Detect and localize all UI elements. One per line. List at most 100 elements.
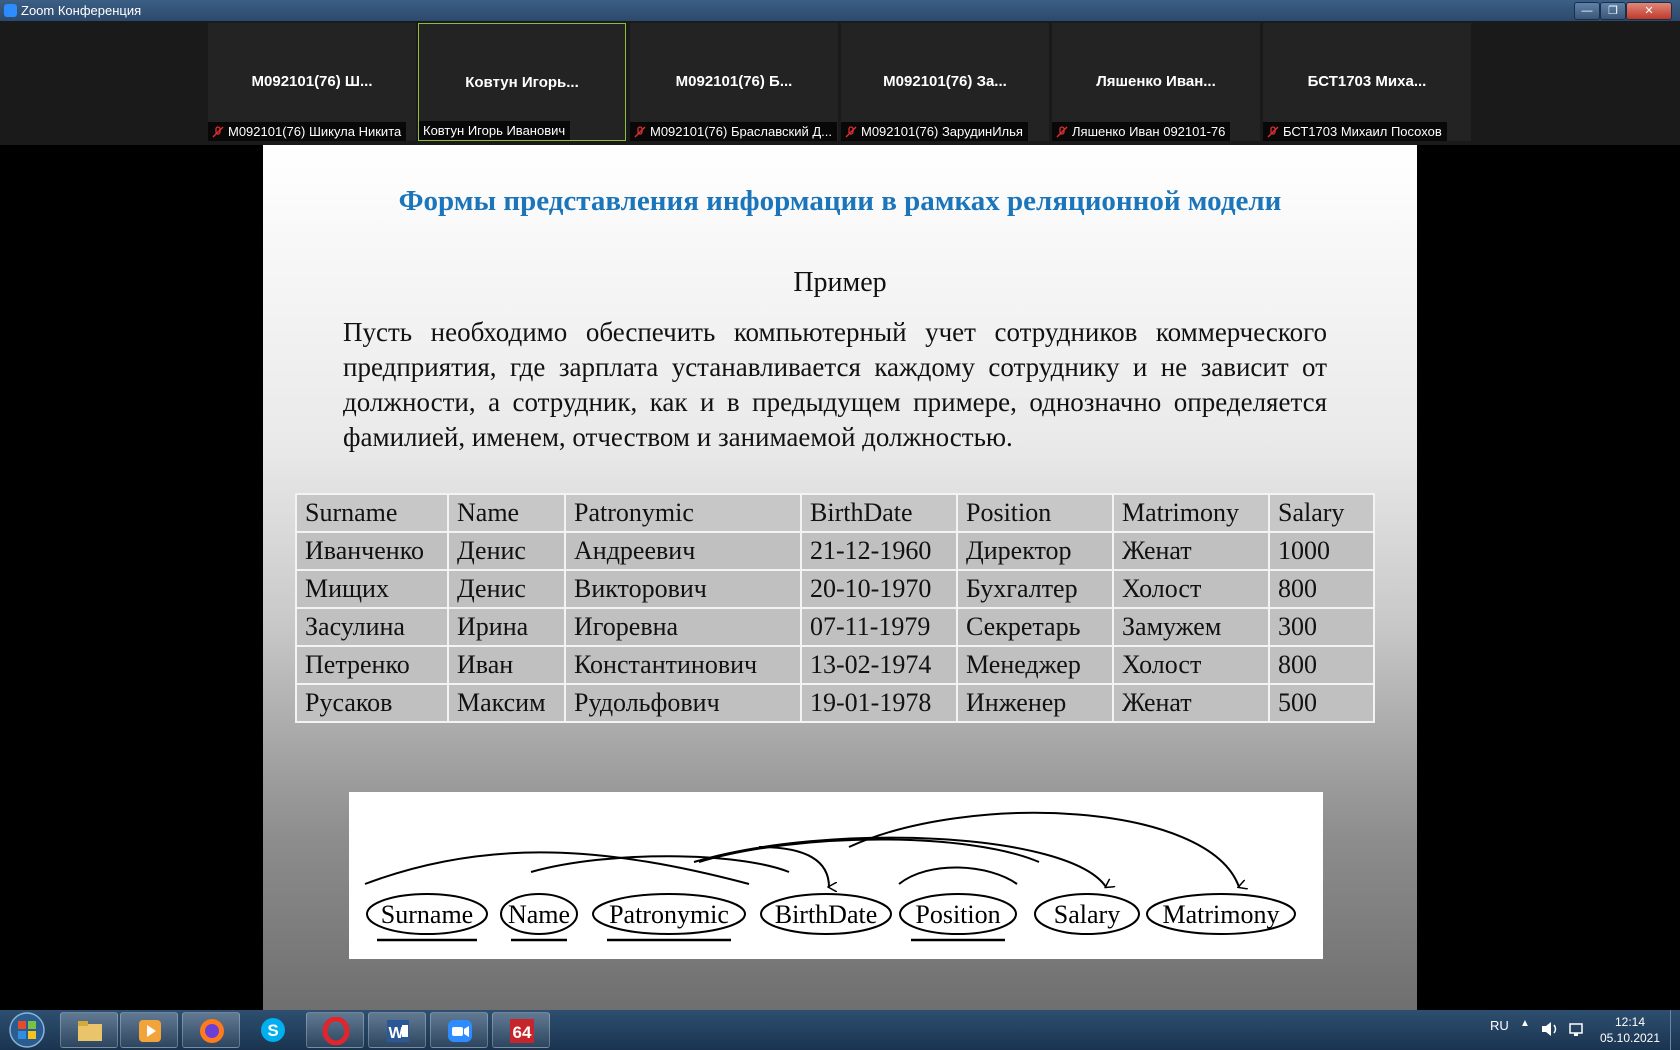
table-cell: Константинович bbox=[564, 645, 802, 685]
table-cell: 300 bbox=[1268, 607, 1375, 647]
table-cell: Иванченко bbox=[295, 531, 449, 571]
aida64-icon: 64 bbox=[510, 1019, 534, 1043]
slide-paragraph: Пусть необходимо обеспечить компьютерный… bbox=[343, 317, 1327, 452]
taskbar-word[interactable]: W bbox=[368, 1012, 426, 1048]
participant-tile[interactable]: М092101(76) За... М092101(76) ЗарудинИль… bbox=[841, 23, 1049, 141]
taskbar-clock[interactable]: 12:14 05.10.2021 bbox=[1590, 1014, 1670, 1046]
volume-icon[interactable] bbox=[1540, 1020, 1560, 1038]
dependency-diagram-svg: Surname Name Patronymic BirthDate Positi… bbox=[364, 811, 1296, 942]
tray-expand-icon[interactable]: ▲ bbox=[1520, 1018, 1530, 1029]
table-cell: Замужем bbox=[1112, 607, 1270, 647]
employee-table: Surname Name Patronymic BirthDate Positi… bbox=[295, 493, 1375, 723]
presentation-slide: Формы представления информации в рамках … bbox=[263, 145, 1417, 1010]
table-row: Засулина Ирина Игоревна 07-11-1979 Секре… bbox=[295, 607, 1375, 647]
participant-name: М092101(76) Б... bbox=[675, 73, 793, 90]
table-cell: 800 bbox=[1268, 645, 1375, 685]
table-cell: Денис bbox=[447, 531, 566, 571]
table-row: Иванченко Денис Андреевич 21-12-1960 Дир… bbox=[295, 531, 1375, 571]
clock-date: 05.10.2021 bbox=[1599, 1031, 1661, 1045]
participant-label: БСТ1703 Михаил Посохов bbox=[1263, 122, 1447, 141]
clock-time: 12:14 bbox=[1614, 1015, 1646, 1029]
participant-name: М092101(76) За... bbox=[883, 73, 1007, 90]
participant-name: Ковтун Игорь... bbox=[465, 74, 579, 91]
diagram-node: Matrimony bbox=[1146, 893, 1296, 935]
muted-mic-icon bbox=[1056, 126, 1068, 138]
taskbar-zoom[interactable] bbox=[430, 1012, 488, 1048]
windows-taskbar: S W 64 RU ▲ 12:14 05.10.2021 bbox=[0, 1010, 1680, 1050]
diagram-node: Position bbox=[899, 893, 1017, 942]
shared-screen: Формы представления информации в рамках … bbox=[71, 145, 1609, 1010]
taskbar-skype[interactable]: S bbox=[244, 1012, 302, 1048]
column-header: Surname bbox=[295, 493, 449, 533]
taskbar-media-player[interactable] bbox=[120, 1012, 178, 1048]
column-header: BirthDate bbox=[800, 493, 958, 533]
taskbar-file-explorer[interactable] bbox=[60, 1012, 118, 1048]
muted-mic-icon bbox=[634, 126, 646, 138]
diagram-node-label: BirthDate bbox=[775, 900, 878, 929]
diagram-node: Salary bbox=[1034, 893, 1140, 935]
participant-label-text: БСТ1703 Михаил Посохов bbox=[1283, 124, 1442, 139]
table-cell: Русаков bbox=[295, 683, 449, 723]
participant-name: Ляшенко Иван... bbox=[1096, 73, 1216, 90]
windows-start-icon[interactable] bbox=[2, 1011, 52, 1049]
participant-tile[interactable]: М092101(76) Ш... М092101(76) Шикула Ники… bbox=[208, 23, 416, 141]
diagram-node-label: Name bbox=[508, 900, 570, 929]
close-button[interactable]: ✕ bbox=[1626, 2, 1672, 20]
network-icon[interactable] bbox=[1568, 1020, 1586, 1038]
taskbar-aida64[interactable]: 64 bbox=[492, 1012, 550, 1048]
participant-label-text: М092101(76) Браславский Д... bbox=[650, 124, 832, 139]
table-cell: 20-10-1970 bbox=[800, 569, 958, 609]
table-cell: 1000 bbox=[1268, 531, 1375, 571]
media-player-icon bbox=[139, 1020, 161, 1042]
diagram-node: Patronymic bbox=[592, 893, 746, 942]
diagram-node-label: Patronymic bbox=[609, 900, 729, 929]
column-header: Position bbox=[956, 493, 1114, 533]
minimize-button[interactable]: — bbox=[1574, 2, 1600, 20]
diagram-node-label: Position bbox=[915, 900, 1000, 929]
table-cell: Бухгалтер bbox=[956, 569, 1114, 609]
table-cell: Засулина bbox=[295, 607, 449, 647]
participant-label: Ляшенко Иван 092101-76 bbox=[1052, 122, 1231, 141]
svg-text:S: S bbox=[267, 1021, 278, 1040]
table-row: Петренко Иван Константинович 13-02-1974 … bbox=[295, 645, 1375, 685]
table-cell: Женат bbox=[1112, 683, 1270, 723]
language-indicator[interactable]: RU bbox=[1490, 1018, 1509, 1033]
participant-label-text: М092101(76) Шикула Никита bbox=[228, 124, 402, 139]
participant-tile[interactable]: М092101(76) Б... М092101(76) Браславский… bbox=[630, 23, 838, 141]
table-cell: Мищих bbox=[295, 569, 449, 609]
folder-icon bbox=[78, 1021, 102, 1041]
diagram-node-label: Surname bbox=[381, 900, 473, 929]
diagram-node: Name bbox=[500, 893, 578, 942]
zoom-icon bbox=[448, 1020, 472, 1042]
participant-tile[interactable]: Ляшенко Иван... Ляшенко Иван 092101-76 bbox=[1052, 23, 1260, 141]
table-cell: Женат bbox=[1112, 531, 1270, 571]
table-cell: Андреевич bbox=[564, 531, 802, 571]
show-desktop-button[interactable] bbox=[1670, 1010, 1680, 1050]
participant-name: БСТ1703 Миха... bbox=[1307, 73, 1427, 90]
participant-label: М092101(76) ЗарудинИлья bbox=[841, 122, 1028, 141]
taskbar-firefox[interactable] bbox=[182, 1012, 240, 1048]
table-cell: Денис bbox=[447, 569, 566, 609]
table-cell: Максим bbox=[447, 683, 566, 723]
maximize-button[interactable]: ❐ bbox=[1600, 2, 1626, 20]
participant-label-text: М092101(76) ЗарудинИлья bbox=[861, 124, 1023, 139]
window-title: Zoom Конференция bbox=[21, 3, 142, 18]
table-cell: Игоревна bbox=[564, 607, 802, 647]
dependency-arc-arrow bbox=[848, 811, 1239, 887]
taskbar-opera[interactable] bbox=[306, 1012, 364, 1048]
table-cell: Петренко bbox=[295, 645, 449, 685]
table-cell: 19-01-1978 bbox=[800, 683, 958, 723]
table-cell: Холост bbox=[1112, 569, 1270, 609]
diagram-node: BirthDate bbox=[760, 893, 892, 935]
table-cell: 13-02-1974 bbox=[800, 645, 958, 685]
dependency-diagram: Surname Name Patronymic BirthDate Positi… bbox=[349, 792, 1323, 959]
muted-mic-icon bbox=[845, 126, 857, 138]
table-header-row: Surname Name Patronymic BirthDate Positi… bbox=[295, 493, 1375, 533]
participant-tile[interactable]: БСТ1703 Миха... БСТ1703 Михаил Посохов bbox=[1263, 23, 1471, 141]
participant-tile-active-speaker[interactable]: Ковтун Игорь... Ковтун Игорь Иванович bbox=[418, 23, 626, 141]
column-header: Name bbox=[447, 493, 566, 533]
participant-name: М092101(76) Ш... bbox=[251, 73, 373, 90]
table-cell: Директор bbox=[956, 531, 1114, 571]
table-cell: Ирина bbox=[447, 607, 566, 647]
dependency-arc bbox=[898, 866, 1018, 885]
